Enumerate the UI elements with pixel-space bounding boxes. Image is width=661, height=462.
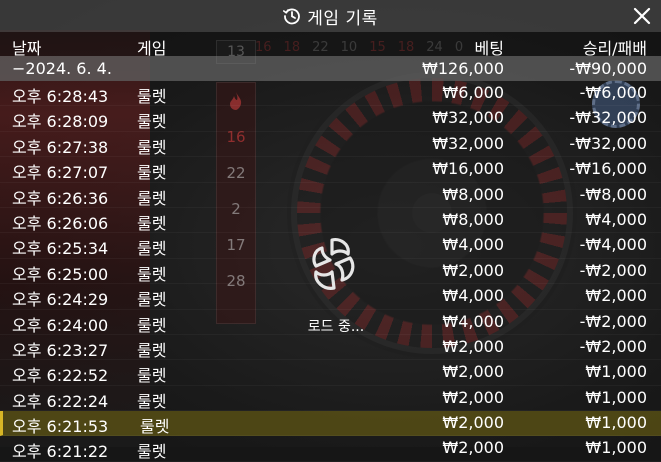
table-header: 날짜 게임 베팅 승리/패배 [0,32,661,58]
page-title: 게임 기록 [307,8,378,29]
table-row[interactable]: 오후 6:27:07 룰렛 ₩16,000 -₩16,000 [0,157,661,183]
row-time: 오후 6:27:07 [12,163,109,183]
row-game: 룰렛 [137,137,167,157]
close-button[interactable] [629,3,655,29]
row-game: 룰렛 [137,290,167,310]
row-game: 룰렛 [137,340,167,360]
row-time: 오후 6:24:00 [12,315,109,335]
table-row[interactable]: 오후 6:22:24 룰렛 ₩2,000 ₩1,000 [0,386,661,412]
row-win-loss: -₩16,000 [569,159,647,179]
row-game: 룰렛 [137,112,167,132]
row-game: 룰렛 [140,417,170,437]
row-bet: ₩2,000 [442,413,504,433]
table-row[interactable]: 오후 6:28:09 룰렛 ₩32,000 -₩32,000 [0,106,661,132]
row-win-loss: -₩6,000 [579,83,647,102]
row-bet: ₩8,000 [442,209,504,229]
row-win-loss: -₩2,000 [579,336,647,356]
row-game: 룰렛 [137,315,167,335]
row-bet: ₩8,000 [442,184,504,204]
row-bet: ₩2,000 [442,387,504,407]
row-bet: ₩2,000 [442,362,504,382]
row-bet: ₩32,000 [432,108,504,128]
row-time: 오후 6:25:00 [12,264,109,284]
row-time: 오후 6:28:43 [12,87,109,106]
row-win-loss: ₩1,000 [585,362,647,382]
table-row[interactable]: 오후 6:26:36 룰렛 ₩8,000 -₩8,000 [0,183,661,208]
loading-indicator: 로드 중... [296,232,376,336]
row-game: 룰렛 [137,264,167,284]
loading-spinner-icon [312,238,355,290]
row-bet: ₩2,000 [442,260,504,280]
table-row[interactable]: 오후 6:28:43 룰렛 ₩6,000 -₩6,000 [0,81,661,107]
group-total-bet: ₩126,000 [422,59,504,78]
row-bet: ₩2,000 [442,336,504,356]
row-time: 오후 6:26:06 [12,213,109,233]
row-win-loss: ₩1,000 [585,438,647,458]
row-time: 오후 6:21:53 [12,417,109,437]
table-row[interactable]: 오후 6:26:06 룰렛 ₩8,000 ₩4,000 [0,208,661,234]
row-win-loss: -₩2,000 [579,311,647,331]
game-history-panel: 게임 기록 날짜 게임 베팅 승리/패배 −2024. 6. 4. ₩126,0… [0,0,661,462]
row-win-loss: -₩2,000 [579,260,647,280]
row-bet: ₩4,000 [442,286,504,306]
table-row[interactable]: 오후 6:27:38 룰렛 ₩32,000 -₩32,000 [0,132,661,158]
titlebar: 게임 기록 [0,0,661,32]
date-group-row[interactable]: −2024. 6. 4. ₩126,000 -₩90,000 [0,56,661,81]
row-game: 룰렛 [137,366,167,386]
row-game: 룰렛 [137,163,167,183]
row-win-loss: ₩2,000 [585,286,647,306]
row-game: 룰렛 [137,188,167,208]
row-bet: ₩4,000 [442,311,504,331]
row-win-loss: ₩1,000 [585,387,647,407]
group-total-win-loss: -₩90,000 [569,59,647,78]
row-game: 룰렛 [137,391,167,411]
row-win-loss: -₩4,000 [579,235,647,255]
row-time: 오후 6:28:09 [12,112,109,132]
row-game: 룰렛 [137,239,167,259]
row-time: 오후 6:24:29 [12,290,109,310]
row-win-loss: ₩1,000 [585,413,647,433]
row-game: 룰렛 [137,213,167,233]
row-win-loss: -₩32,000 [569,133,647,153]
row-bet: ₩6,000 [442,83,504,102]
row-time: 오후 6:27:38 [12,137,109,157]
title-group: 게임 기록 [283,4,377,29]
loading-text: 로드 중... [307,319,365,335]
row-time: 오후 6:22:52 [12,366,109,386]
history-clock-icon [283,7,301,25]
group-date[interactable]: −2024. 6. 4. [12,59,112,78]
row-time: 오후 6:23:27 [12,340,109,360]
row-win-loss: ₩4,000 [585,209,647,229]
row-time: 오후 6:25:34 [12,239,109,259]
close-icon [633,7,651,25]
table-row[interactable]: 오후 6:21:53 룰렛 ₩2,000 ₩1,000 [0,411,661,437]
row-time: 오후 6:22:24 [12,391,109,411]
table-row[interactable]: 오후 6:22:52 룰렛 ₩2,000 ₩1,000 [0,360,661,386]
row-win-loss: -₩8,000 [579,184,647,204]
row-bet: ₩4,000 [442,235,504,255]
row-time: 오후 6:26:36 [12,188,109,208]
table-row[interactable]: 오후 6:23:27 룰렛 ₩2,000 -₩2,000 [0,335,661,361]
row-win-loss: -₩32,000 [569,108,647,128]
row-time: 오후 6:21:22 [12,442,109,462]
table-row[interactable]: 오후 6:21:22 룰렛 ₩2,000 ₩1,000 [0,436,661,462]
row-game: 룰렛 [137,87,167,106]
row-game: 룰렛 [137,442,167,462]
row-bet: ₩16,000 [432,159,504,179]
row-bet: ₩2,000 [442,438,504,458]
row-bet: ₩32,000 [432,133,504,153]
